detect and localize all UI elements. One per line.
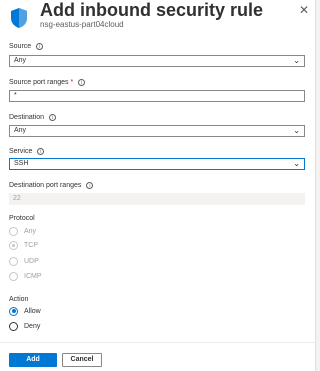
page-title: Add inbound security rule [40,0,264,20]
info-icon[interactable]: i [86,181,94,189]
destination-port-ranges-input: 22 [9,193,305,205]
destination-dropdown[interactable]: Any ⌄ [9,125,305,137]
add-inbound-rule-panel: Add inbound security rule nsg-eastus-par… [0,0,315,371]
source-label-text: Source [9,43,32,50]
service-label-text: Service [9,148,33,155]
destination-value: Any [14,127,27,134]
destination-label-text: Destination [9,114,45,121]
source-port-ranges-value: * [14,92,17,99]
service-label: Service i [9,147,45,156]
info-icon[interactable]: i [37,147,45,155]
panel-header: Add inbound security rule nsg-eastus-par… [8,0,313,40]
destination-port-ranges-label: Destination port ranges i [9,181,94,190]
scrollbar-track[interactable] [315,0,320,371]
source-dropdown[interactable]: Any ⌄ [9,55,305,67]
protocol-option-tcp: TCP [9,240,38,250]
radio-label: Deny [24,322,41,330]
action-option-deny[interactable]: Deny [9,321,40,331]
info-icon[interactable]: i [49,113,57,121]
chevron-down-icon: ⌄ [293,159,300,168]
radio-circle [9,256,18,266]
info-icon[interactable]: i [36,42,44,50]
source-value: Any [14,57,27,64]
radio-circle[interactable] [9,306,18,316]
destination-label: Destination i [9,113,57,122]
radio-label: Allow [24,307,41,315]
service-dropdown[interactable]: SSH ⌄ [9,158,305,170]
radio-label: Any [24,227,37,235]
chevron-down-icon: ⌄ [293,126,300,135]
shield-icon [11,8,27,28]
cancel-button[interactable]: Cancel [62,353,102,367]
required-marker: * [70,79,74,86]
action-label: Action [9,296,29,303]
action-option-allow[interactable]: Allow [9,306,41,316]
add-button[interactable]: Add [9,353,57,367]
destination-port-ranges-value: 22 [13,195,21,202]
radio-label: UDP [24,257,39,265]
radio-label: TCP [24,241,38,249]
page-subtitle: nsg-eastus-part04cloud [40,20,124,29]
source-port-ranges-input[interactable]: * [9,90,305,102]
radio-circle [9,271,18,281]
protocol-option-udp: UDP [9,256,39,266]
source-label: Source i [9,42,44,51]
footer-divider [0,342,315,343]
radio-circle [9,240,18,250]
protocol-label: Protocol [9,215,35,222]
protocol-option-icmp: ICMP [9,271,42,281]
close-icon[interactable]: ✕ [297,3,311,17]
radio-label: ICMP [24,272,42,280]
chevron-down-icon: ⌄ [293,56,300,65]
service-value: SSH [14,160,29,167]
protocol-option-any: Any [9,226,36,236]
radio-circle [9,226,18,236]
source-port-ranges-label: Source port ranges * i [9,78,86,87]
info-icon[interactable]: i [78,78,86,86]
radio-circle[interactable] [9,321,18,331]
source-port-ranges-label-text: Source port ranges [9,79,69,86]
destination-port-ranges-label-text: Destination port ranges [9,182,82,189]
